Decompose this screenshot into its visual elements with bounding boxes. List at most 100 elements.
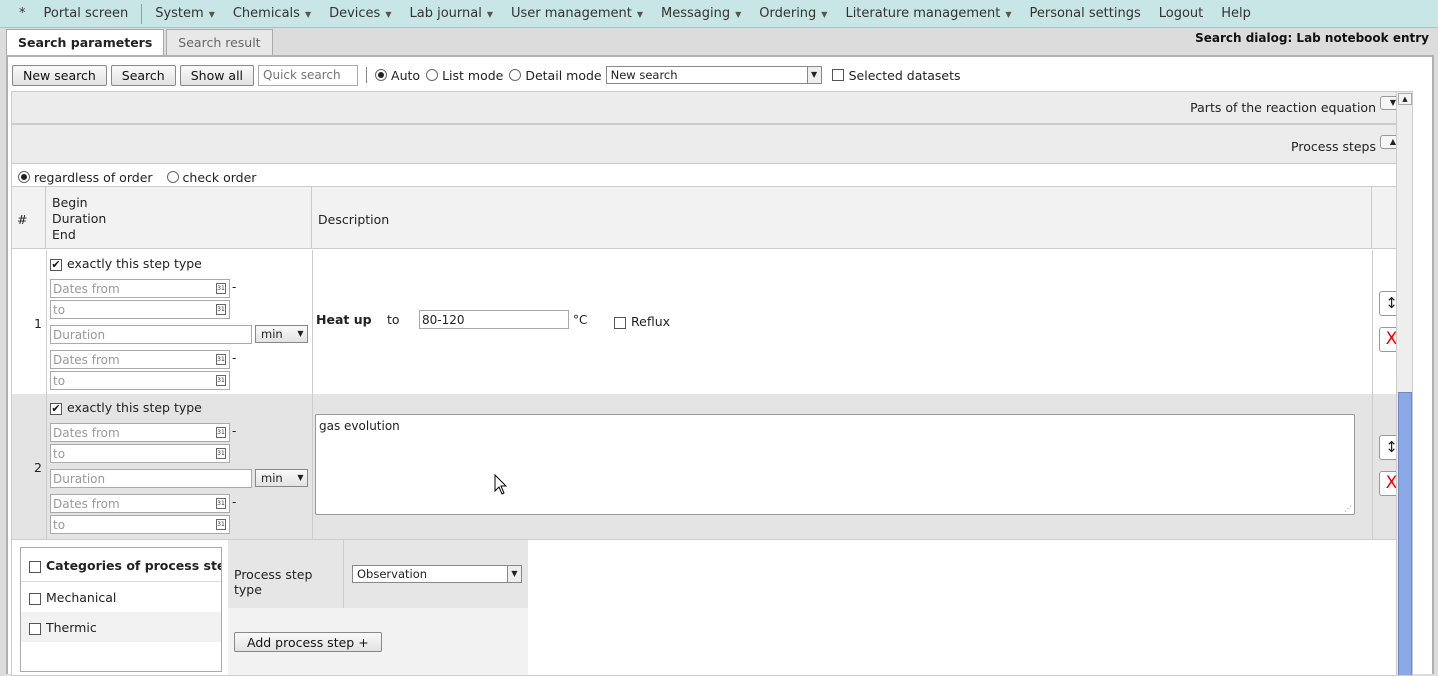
calendar-icon[interactable]: 31 <box>216 354 226 365</box>
section-title: Parts of the reaction equation <box>1190 100 1376 115</box>
description-textarea[interactable]: gas evolution ⋰ <box>315 414 1355 515</box>
regardless-order-radio[interactable] <box>18 171 30 183</box>
end-dates-from-input[interactable]: Dates from 31 <box>50 494 230 513</box>
menu-item-label: System <box>155 6 204 21</box>
preset-select[interactable]: New search ▼ <box>605 66 822 84</box>
column-divider <box>1372 250 1373 395</box>
end-dates-to-input[interactable]: to 31 <box>50 515 230 534</box>
mode-auto-radio[interactable] <box>375 69 388 81</box>
exact-step-type-checkbox[interactable]: ✔ <box>50 402 62 415</box>
duration-input[interactable]: Duration <box>50 469 252 488</box>
tab-search-result[interactable]: Search result <box>166 29 273 55</box>
exact-step-type-option: ✔ exactly this step type <box>50 400 202 415</box>
menu-item-ordering[interactable]: Ordering ▼ <box>750 6 836 21</box>
add-process-step-button[interactable]: Add process step + <box>234 632 382 652</box>
process-step-row: 1 ✔ exactly this step type Dates from 31 -… <box>12 250 1412 395</box>
reflux-checkbox[interactable] <box>614 316 626 329</box>
order-options: regardless of order check order <box>12 166 1412 188</box>
chevron-down-icon: ▼ <box>385 10 392 19</box>
range-dash: - <box>232 495 237 509</box>
vertical-scrollbar[interactable]: ▲ <box>1396 92 1412 675</box>
exact-step-type-label: exactly this step type <box>67 256 202 271</box>
menu-item-messaging[interactable]: Messaging ▼ <box>652 6 750 21</box>
scroll-thumb[interactable] <box>1398 392 1412 675</box>
tab-search-parameters[interactable]: Search parameters <box>6 29 165 55</box>
category-checkbox[interactable] <box>29 592 41 605</box>
mode-detail-radio[interactable] <box>509 69 522 81</box>
menu-item-devices[interactable]: Devices ▼ <box>320 6 400 21</box>
resize-handle-icon[interactable]: ⋰ <box>1344 504 1352 513</box>
duration-unit-select[interactable]: min ▼ <box>255 325 308 343</box>
category-checkbox[interactable] <box>29 622 41 635</box>
column-divider <box>46 250 47 395</box>
menu-item-portal-screen[interactable]: Portal screen <box>35 6 138 21</box>
process-step-type-select[interactable]: Observation ▼ <box>352 565 522 583</box>
menu-item-lab-journal[interactable]: Lab journal ▼ <box>400 6 502 21</box>
input-placeholder: to <box>53 303 66 317</box>
process-step-type-label: Process step type <box>228 540 344 608</box>
process-step-type-value: Observation <box>357 567 428 581</box>
menu-item-chemicals[interactable]: Chemicals ▼ <box>224 6 320 21</box>
input-placeholder: Duration <box>53 328 106 342</box>
add-step-area: Categories of process steps Mechanical T… <box>12 539 1412 675</box>
temperature-value: 80-120 <box>422 313 465 327</box>
calendar-icon[interactable]: 31 <box>216 304 226 315</box>
selected-datasets-checkbox[interactable] <box>831 69 844 81</box>
category-item-mechanical: Mechanical <box>21 582 221 612</box>
end-dates-from-input[interactable]: Dates from 31 <box>50 350 230 369</box>
range-dash: - <box>232 351 237 365</box>
exact-step-type-checkbox[interactable]: ✔ <box>50 258 62 271</box>
chevron-down-icon: ▼ <box>507 566 521 582</box>
new-search-button[interactable]: New search <box>12 64 107 86</box>
duration-input[interactable]: Duration <box>50 325 252 344</box>
calendar-icon[interactable]: 31 <box>216 519 226 530</box>
range-dash: - <box>232 424 237 438</box>
quick-search-input[interactable] <box>258 64 359 86</box>
chevron-down-icon: ▼ <box>821 10 828 19</box>
unit-value: min <box>261 327 283 341</box>
categories-all-checkbox[interactable] <box>29 560 41 573</box>
menu-item-label: Literature management <box>845 6 1001 21</box>
check-order-label: check order <box>182 169 257 185</box>
begin-dates-from-input[interactable]: Dates from 31 <box>50 279 230 298</box>
menu-item-user-management[interactable]: User management ▼ <box>502 6 652 21</box>
calendar-icon[interactable]: 31 <box>216 375 226 386</box>
column-divider <box>312 394 313 539</box>
category-label: Mechanical <box>46 590 117 605</box>
show-all-button[interactable]: Show all <box>179 64 255 86</box>
search-button[interactable]: Search <box>110 64 176 86</box>
menu-item-literature-management[interactable]: Literature management ▼ <box>836 6 1020 21</box>
menu-item-personal-settings[interactable]: Personal settings <box>1020 6 1149 21</box>
menu-item-home[interactable]: * <box>10 6 35 21</box>
scroll-up-icon[interactable]: ▲ <box>1398 93 1412 105</box>
calendar-icon[interactable]: 31 <box>216 448 226 459</box>
begin-dates-from-input[interactable]: Dates from 31 <box>50 423 230 442</box>
menu-item-help[interactable]: Help <box>1212 6 1260 21</box>
begin-dates-to-input[interactable]: to 31 <box>50 300 230 319</box>
calendar-icon[interactable]: 31 <box>216 427 226 438</box>
reflux-label: Reflux <box>631 314 671 329</box>
calendar-icon[interactable]: 31 <box>216 498 226 509</box>
begin-dates-to-input[interactable]: to 31 <box>50 444 230 463</box>
chevron-down-icon: ▼ <box>208 10 215 19</box>
column-header-end: End <box>52 227 76 242</box>
temperature-input[interactable]: 80-120 <box>419 310 569 329</box>
chevron-down-icon: ▼ <box>304 10 312 19</box>
input-placeholder: to <box>53 447 66 461</box>
duration-unit-select[interactable]: min ▼ <box>255 469 308 487</box>
end-dates-to-input[interactable]: to 31 <box>50 371 230 390</box>
menu-item-label: User management <box>510 6 632 21</box>
input-placeholder: Duration <box>53 472 106 486</box>
menu-item-system[interactable]: System ▼ <box>146 6 224 21</box>
search-content: Parts of the reaction equation ▼ Process… <box>11 91 1413 676</box>
column-header-number: # <box>12 187 46 248</box>
input-placeholder: Dates from <box>53 282 120 296</box>
menu-item-logout[interactable]: Logout <box>1150 6 1213 21</box>
mode-list-radio[interactable] <box>426 69 439 81</box>
input-placeholder: Dates from <box>53 497 120 511</box>
mode-auto-label: Auto <box>391 67 421 83</box>
column-header-duration: Duration <box>52 211 107 226</box>
process-steps-section: Process steps ▲ <box>12 124 1412 164</box>
check-order-radio[interactable] <box>166 171 179 183</box>
calendar-icon[interactable]: 31 <box>216 283 226 294</box>
